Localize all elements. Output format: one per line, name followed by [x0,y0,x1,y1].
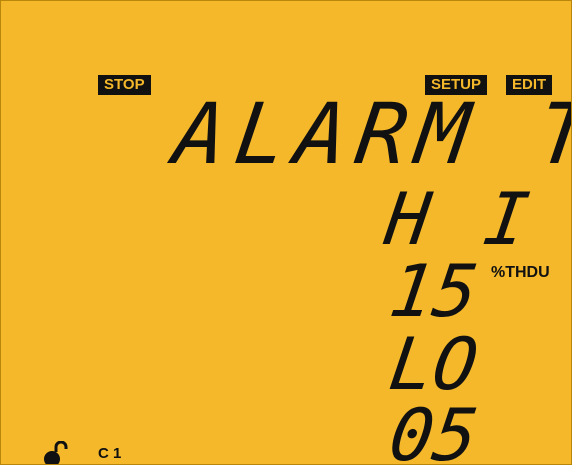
lo-value: 05 [384,393,483,465]
menu-title: ALARM TH [168,85,572,183]
hi-value: 15 [384,249,483,333]
lcd-screen: STOP SETUP EDIT ALARM TH H I 15 %THDU LO… [0,0,572,465]
lo-label: LO [384,322,483,406]
channel-label: C 1 [98,445,122,462]
stop-indicator: STOP [98,75,151,95]
unit-label: %THDU [491,264,550,281]
hi-label: H I [380,177,541,261]
unlocked-padlock-icon [44,441,68,464]
